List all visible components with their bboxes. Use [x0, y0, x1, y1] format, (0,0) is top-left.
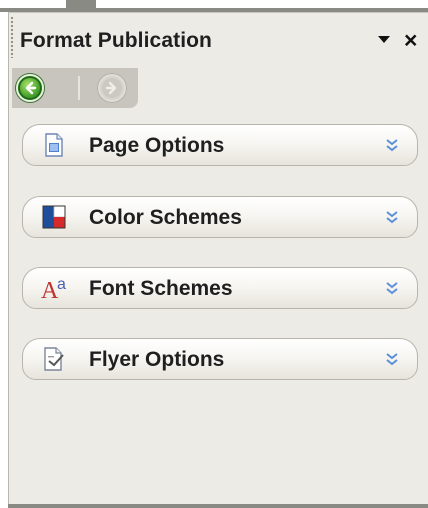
drag-gripper[interactable]	[10, 16, 14, 58]
back-arrow-icon	[20, 78, 40, 98]
section-label: Color Schemes	[89, 206, 242, 229]
close-icon[interactable]: ×	[404, 27, 428, 53]
section-label: Flyer Options	[89, 348, 225, 371]
nav-separator	[78, 76, 80, 100]
section-label: Font Schemes	[89, 277, 233, 300]
section-font-schemes[interactable]: A a Font Schemes	[22, 267, 418, 309]
section-flyer-options[interactable]: Flyer Options	[22, 338, 418, 380]
back-button[interactable]	[16, 74, 44, 102]
section-label: Page Options	[89, 134, 225, 157]
expand-chevron-icon	[385, 209, 399, 225]
panel-title: Format Publication	[20, 29, 212, 52]
window-top-border-tab	[66, 0, 96, 8]
pane-menu-dropdown-icon[interactable]	[376, 32, 394, 50]
page-icon	[41, 132, 67, 158]
window-bottom-border	[8, 504, 428, 508]
expand-chevron-icon	[385, 351, 399, 367]
color-swatch-icon	[41, 204, 67, 230]
font-icon: A a	[41, 275, 67, 304]
forward-button[interactable]	[98, 74, 126, 102]
expand-chevron-icon	[385, 280, 399, 296]
svg-text:a: a	[57, 276, 66, 293]
section-color-schemes[interactable]: Color Schemes	[22, 196, 418, 238]
expand-chevron-icon	[385, 137, 399, 153]
section-page-options[interactable]: Page Options	[22, 124, 418, 166]
flyer-icon	[41, 346, 67, 372]
navigation-bar	[12, 68, 138, 108]
task-pane-title-bar: Format Publication ×	[20, 20, 428, 60]
forward-arrow-icon	[102, 78, 122, 98]
